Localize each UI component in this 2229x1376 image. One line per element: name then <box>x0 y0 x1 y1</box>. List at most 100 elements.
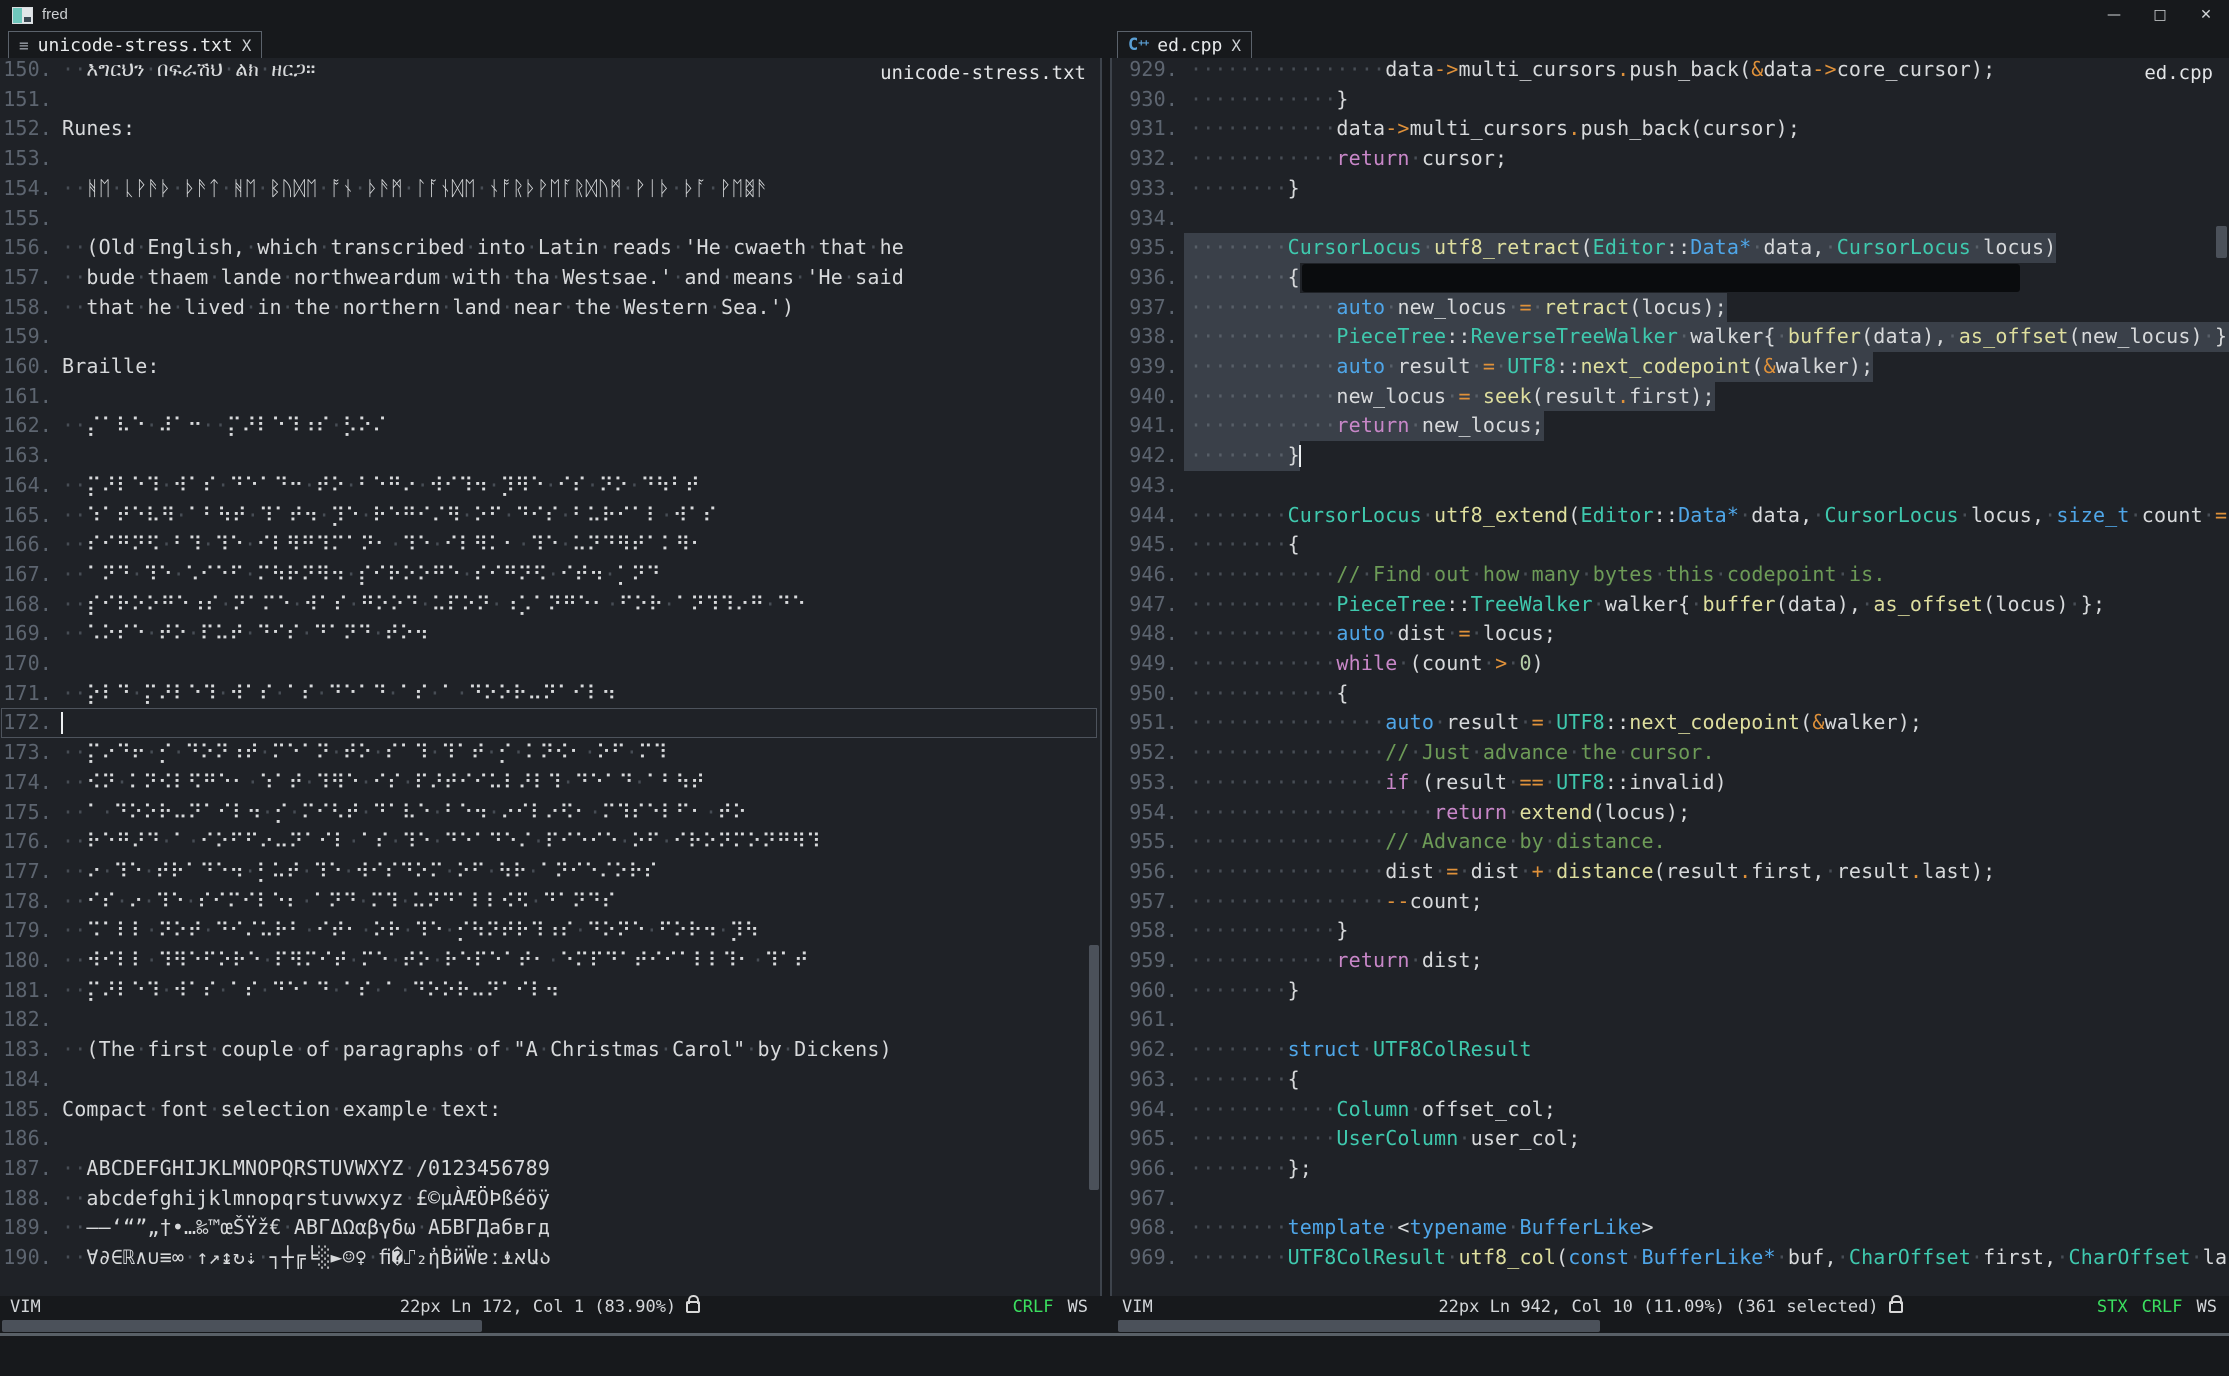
code-line[interactable]: 931.············data->multi_cursors.push… <box>1112 114 1800 144</box>
code-line[interactable]: 166.··⠎⠊⠛⠝⠫·⠃⠹·⠹⠑·⠊⠇⠻⠛⠹⠍⠁⠝⠂·⠹⠑·⠊⠇⠻⠅⠂·⠹⠑·… <box>0 530 705 560</box>
code-line[interactable]: 941.············return·new_locus; <box>1112 411 1544 441</box>
code-line[interactable]: 177.··⠔·⠹⠑·⠞⠗⠁⠙⠑⠲·⡃⠥⠞·⠹⠑·⠺⠊⠎⠙⠕⠍·⠕⠋·⠳⠗·⠁⠝… <box>0 857 658 887</box>
code-line[interactable]: 959.············return·dist; <box>1112 946 1483 976</box>
code-line[interactable]: 964.············Column·offset_col; <box>1112 1095 1556 1125</box>
code-line[interactable]: 190.··∀∂∈ℝ∧∪≡∞·↑↗↨↻⇣·┐┼╔╘░►☺♀·ﬁ�⑀₂ἠḂӥẄɐː… <box>0 1243 551 1273</box>
code-line[interactable]: 934. <box>1112 204 1190 234</box>
code-line[interactable]: 947.············PieceTree::TreeWalker·wa… <box>1112 590 2105 620</box>
code-line[interactable]: 162.··⡌⠁⠧⠑·⠼⠁⠒··⡍⠜⠇⠑⠹⠰⠎·⡣⠕⠌ <box>0 411 387 441</box>
code-line[interactable]: 943. <box>1112 471 1190 501</box>
code-line[interactable]: 960.········} <box>1112 976 1300 1006</box>
editor-pane-left[interactable]: unicode-stress.txt 150.··እግርህን·በፍራሽህ·ልክ·… <box>0 58 1100 1296</box>
left-horizontal-scrollbar[interactable] <box>0 1318 1100 1333</box>
code-line[interactable]: 151. <box>0 85 62 115</box>
code-line[interactable]: 161. <box>0 382 62 412</box>
code-line[interactable]: 187.··ABCDEFGHIJKLMNOPQRSTUVWXYZ·/012345… <box>0 1154 550 1184</box>
code-line[interactable]: 181.··⡍⠜⠇⠑⠹·⠺⠁⠎·⠁⠎·⠙⠑⠁⠙·⠁⠎·⠁·⠙⠕⠕⠗⠤⠝⠁⠊⠇⠲ <box>0 976 560 1006</box>
code-line[interactable]: 188.··abcdefghijklmnopqrstuvwxyz·£©µÀÆÖÞ… <box>0 1184 550 1214</box>
code-line[interactable]: 170. <box>0 649 62 679</box>
code-line[interactable]: 965.············UserColumn·user_col; <box>1112 1124 1580 1154</box>
code-line[interactable]: 180.··⠺⠊⠇⠇·⠹⠻⠑⠋⠕⠗⠑·⠏⠻⠍⠊⠞·⠍⠑·⠞⠕·⠗⠑⠏⠑⠁⠞⠂·⠑… <box>0 946 809 976</box>
window-titlebar[interactable]: fred — □ ✕ <box>0 0 2229 30</box>
code-line[interactable]: 153. <box>0 144 62 174</box>
code-line[interactable]: 163. <box>0 441 62 471</box>
code-line[interactable]: 954.····················return·extend(lo… <box>1112 798 1690 828</box>
maximize-button[interactable]: □ <box>2137 0 2183 30</box>
right-vertical-scrollbar-thumb[interactable] <box>2216 226 2227 258</box>
code-line[interactable]: 935.········CursorLocus·utf8_retract(Edi… <box>1112 233 2056 263</box>
code-line[interactable]: 969.········UTF8ColResult·utf8_col(const… <box>1112 1243 2229 1273</box>
code-line[interactable]: 150.··እግርህን·በፍራሽህ·ልክ·ዘርጋ። <box>0 58 316 85</box>
code-line[interactable]: 961. <box>1112 1005 1190 1035</box>
code-line[interactable]: 951.················auto·result·=·UTF8::… <box>1112 708 1922 738</box>
left-horizontal-scrollbar-thumb[interactable] <box>2 1320 482 1332</box>
code-line[interactable]: 933.········} <box>1112 174 1300 204</box>
code-line[interactable]: 174.··⠪⠝·⠅⠝⠪⠇⠫⠛⠑⠂·⠱⠁⠞·⠹⠻⠑·⠊⠎·⠏⠜⠞⠊⠊⠥⠇⠜⠇⠹·… <box>0 768 705 798</box>
code-line[interactable]: 182. <box>0 1005 62 1035</box>
code-line[interactable]: 168.··⡎⠊⠗⠕⠕⠛⠑⠰⠎·⠝⠁⠍⠑·⠺⠁⠎·⠛⠕⠕⠙·⠥⠏⠕⠝·⠰⡡⠁⠝⠛… <box>0 590 806 620</box>
code-line[interactable]: 154.··ᚻᛖ·ᚳᚹᚫᚦ·ᚦᚫᛏ·ᚻᛖ·ᛒᚢᛞᛖ·ᚩᚾ·ᚦᚫᛗ·ᛚᚪᚾᛞᛖ·ᚾ… <box>0 174 768 204</box>
code-line[interactable]: 160.Braille: <box>0 352 160 382</box>
code-line[interactable]: 938.············PieceTree::ReverseTreeWa… <box>1112 322 2229 352</box>
left-vertical-scrollbar-thumb[interactable] <box>1089 945 1099 1190</box>
code-line[interactable]: 178.··⠊⠎·⠔·⠹⠑·⠎⠊⠍⠊⠇⠑⠆·⠁⠝⠙·⠍⠹·⠥⠝⠙⠁⠇⠇⠪⠫·⠙⠁… <box>0 887 616 917</box>
code-line[interactable]: 952.················//·Just·advance·the·… <box>1112 738 1715 768</box>
code-line[interactable]: 164.··⡍⠜⠇⠑⠹·⠺⠁⠎·⠙⠑⠁⠙⠒·⠞⠕·⠃⠑⠛⠔·⠺⠊⠹⠲·⡹⠻⠑·⠊… <box>0 471 700 501</box>
code-line[interactable]: 186. <box>0 1124 62 1154</box>
code-line[interactable]: 159. <box>0 322 62 352</box>
code-line[interactable]: 956.················dist·=·dist·+·distan… <box>1112 857 1995 887</box>
code-line[interactable]: 184. <box>0 1065 62 1095</box>
code-line[interactable]: 944.········CursorLocus·utf8_extend(Edit… <box>1112 501 2229 531</box>
code-line[interactable]: 957.················--count; <box>1112 887 1483 917</box>
code-line[interactable]: 950.············{ <box>1112 679 1349 709</box>
code-line[interactable]: 939.············auto·result·=·UTF8::next… <box>1112 352 1873 382</box>
tab-close-icon[interactable]: X <box>1231 36 1241 55</box>
minimize-button[interactable]: — <box>2091 0 2137 30</box>
code-line[interactable]: 152.Runes: <box>0 114 135 144</box>
code-line[interactable]: 945.········{ <box>1112 530 1300 560</box>
code-line[interactable]: 940.············new_locus·=·seek(result.… <box>1112 382 1715 412</box>
code-line[interactable]: 171.··⡕⠇⠙·⡍⠜⠇⠑⠹·⠺⠁⠎·⠁⠎·⠙⠑⠁⠙·⠁⠎·⠁·⠙⠕⠕⠗⠤⠝⠁… <box>0 679 616 709</box>
code-line[interactable]: 967. <box>1112 1184 1190 1214</box>
code-line[interactable]: 155. <box>0 204 62 234</box>
code-line[interactable]: 942.········} <box>1112 441 1300 471</box>
code-line[interactable]: 948.············auto·dist·=·locus; <box>1112 619 1556 649</box>
code-line[interactable]: 176.··⠗⠑⠛⠜⠙·⠁·⠊⠕⠋⠋⠔⠤⠝⠁⠊⠇·⠁⠎·⠹⠑·⠙⠑⠁⠙⠑⠌·⠏⠊… <box>0 827 821 857</box>
code-line[interactable]: 949.············while·(count·>·0) <box>1112 649 1544 679</box>
code-line[interactable]: 966.········}; <box>1112 1154 1312 1184</box>
code-line[interactable]: 165.··⠱⠁⠞⠑⠧⠻·⠁⠃⠳⠞·⠹⠁⠞⠲·⡹⠑·⠗⠑⠛⠊⠌⠻·⠕⠋·⠙⠊⠎·… <box>0 501 717 531</box>
close-button[interactable]: ✕ <box>2183 0 2229 30</box>
lock-icon[interactable] <box>1889 1301 1903 1313</box>
code-line[interactable]: 169.··⠡⠕⠎⠑·⠞⠕·⠏⠥⠞·⠙⠊⠎·⠙⠁⠝⠙·⠞⠕⠲ <box>0 619 429 649</box>
code-line[interactable]: 183.··(The·first·couple·of·paragraphs·of… <box>0 1035 892 1065</box>
right-horizontal-scrollbar[interactable] <box>1112 1318 2229 1333</box>
tab-ed-cpp[interactable]: C++ ed.cpp X <box>1117 31 1252 59</box>
code-line[interactable]: 158.··that·he·lived·in·the·northern·land… <box>0 293 794 323</box>
code-line[interactable]: 968.········template·<typename·BufferLik… <box>1112 1213 1654 1243</box>
code-line[interactable]: 936.········{ <box>1112 263 1300 293</box>
code-line[interactable]: 958.············} <box>1112 916 1349 946</box>
code-line[interactable]: 179.··⠩⠁⠇⠇·⠝⠕⠞·⠙⠊⠌⠥⠗⠃·⠊⠞⠂·⠕⠗·⠹⠑·⡊⠳⠝⠞⠗⠹⠰⠎… <box>0 916 759 946</box>
tab-close-icon[interactable]: X <box>242 36 252 55</box>
code-line[interactable]: 185.Compact·font·selection·example·text: <box>0 1095 501 1125</box>
code-line[interactable]: 156.··(Old·English,·which·transcribed·in… <box>0 233 904 263</box>
code-line[interactable]: 953.················if·(result·==·UTF8::… <box>1112 768 1727 798</box>
pane-divider[interactable] <box>1100 58 1102 1296</box>
code-line[interactable]: 929.················data->multi_cursors.… <box>1112 58 1995 85</box>
code-line[interactable]: 157.··bude·thaem·lande·northweardum·with… <box>0 263 904 293</box>
code-line[interactable]: 962.········struct·UTF8ColResult <box>1112 1035 1532 1065</box>
code-line[interactable]: 930.············} <box>1112 85 1349 115</box>
code-line[interactable]: 963.········{ <box>1112 1065 1300 1095</box>
lock-icon[interactable] <box>686 1301 700 1313</box>
tab-unicode-stress[interactable]: ≡ unicode-stress.txt X <box>8 31 262 59</box>
right-horizontal-scrollbar-thumb[interactable] <box>1118 1320 1600 1332</box>
code-line[interactable]: 932.············return·cursor; <box>1112 144 1507 174</box>
code-line[interactable]: 175.··⠁·⠙⠕⠕⠗⠤⠝⠁⠊⠇⠲·⡊·⠍⠊⠣⠞·⠙⠁⠧⠑·⠃⠑⠲·⠔⠊⠇⠔⠫… <box>0 798 747 828</box>
code-line[interactable]: 173.··⡍⠔⠙⠖·⡊·⠙⠕⠝⠰⠞·⠍⠑⠁⠝·⠞⠕·⠎⠁⠹·⠹⠁⠞·⡊·⠅⠝⠪… <box>0 738 668 768</box>
code-line[interactable]: 955.················//·Advance·by·distan… <box>1112 827 1666 857</box>
code-line[interactable]: 946.············//·Find·out·how·many·byt… <box>1112 560 1886 590</box>
code-line[interactable]: 937.············auto·new_locus·=·retract… <box>1112 293 1727 323</box>
code-line[interactable]: 167.··⠁⠝⠙·⠹⠑·⠡⠊⠑⠋·⠍⠳⠗⠝⠻⠲·⡎⠊⠗⠕⠕⠛⠑·⠎⠊⠛⠝⠫·⠊… <box>0 560 661 590</box>
code-line[interactable]: 189.··–—‘“”„†•…‰™œŠŸž€·ΑΒΓΔΩαβγδω·АБВГДа… <box>0 1213 550 1243</box>
editor-pane-right[interactable]: ed.cpp 929.················data->multi_c… <box>1112 58 2229 1296</box>
